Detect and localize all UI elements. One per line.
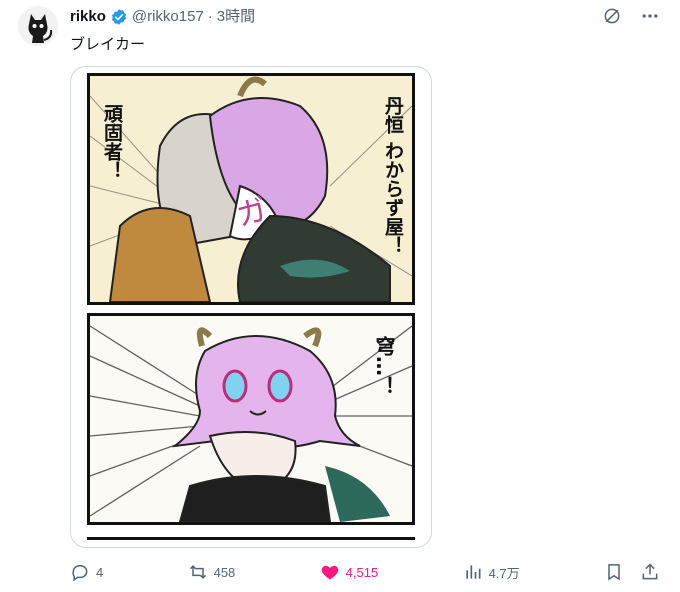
like-count: 4,515	[345, 564, 379, 580]
post-time[interactable]: 3時間	[217, 7, 255, 27]
views-icon	[465, 565, 481, 579]
reply-count: 4	[96, 564, 104, 580]
retweet-button[interactable]: 458	[188, 562, 236, 582]
post-image[interactable]: ガ 丹恒 わからず屋！ 頑固者！ 穹…！	[70, 66, 432, 548]
share-button[interactable]	[640, 562, 660, 582]
user-handle[interactable]: @rikko157	[132, 7, 204, 27]
view-count: 4.7万	[488, 565, 520, 581]
manga-panel-2: 穹…！	[87, 313, 415, 525]
manga-panel-1-right-text: 丹恒 わからず屋！	[382, 96, 404, 255]
tweet-header: rikko @rikko157 · 3時間	[70, 7, 255, 27]
more-icon[interactable]	[640, 6, 660, 26]
bookmark-icon	[608, 564, 620, 581]
heart-icon	[321, 565, 338, 580]
retweet-count: 458	[213, 564, 236, 580]
manga-panel-1-art: ガ	[90, 76, 412, 302]
right-actions	[604, 562, 660, 582]
views-button[interactable]: 4.7万	[463, 562, 520, 582]
manga-panel-2-text: 穹…！	[372, 336, 396, 396]
display-name[interactable]: rikko	[70, 7, 106, 27]
bookmark-button[interactable]	[604, 562, 624, 582]
reply-button[interactable]: 4	[70, 562, 103, 582]
verified-badge-icon	[110, 8, 128, 26]
top-actions	[602, 6, 660, 26]
manga-panel-2-art	[90, 325, 412, 522]
avatar[interactable]	[18, 6, 58, 46]
post-text: ブレイカー	[70, 36, 146, 53]
black-cat-avatar-image	[18, 6, 58, 46]
tweet-actions-bar: 4 458 4,515 4.7万	[70, 562, 660, 582]
retweet-icon	[189, 565, 206, 579]
manga-panel-1-left-text: 頑固者！	[101, 104, 123, 180]
manga-panel-1: ガ 丹恒 わからず屋！ 頑固者！	[87, 73, 415, 305]
grok-icon[interactable]	[602, 6, 622, 26]
like-button[interactable]: 4,515	[320, 562, 379, 582]
manga-panel-bottom-edge	[87, 537, 415, 547]
share-icon	[642, 563, 658, 580]
separator-dot: ·	[207, 8, 213, 25]
reply-icon	[72, 565, 88, 582]
